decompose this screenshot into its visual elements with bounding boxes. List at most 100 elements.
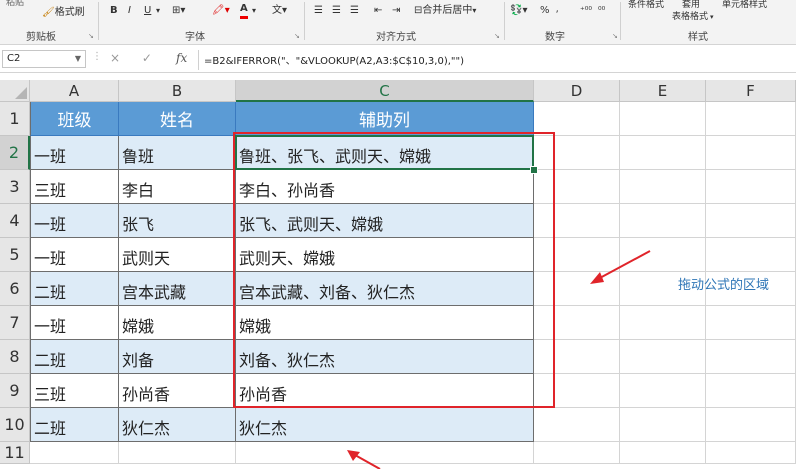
fill-color-icon[interactable]: 🖍▾	[212, 2, 230, 20]
alignment-launcher-icon[interactable]: ↘	[494, 32, 500, 40]
data-cell-b[interactable]: 李白	[119, 170, 236, 204]
data-cell-a[interactable]: 一班	[30, 136, 119, 170]
empty-cell[interactable]	[620, 204, 706, 238]
column-header-e[interactable]: E	[620, 80, 706, 102]
format-painter-button[interactable]: 🖌格式刷	[42, 4, 85, 22]
data-cell-c[interactable]: 武则天、嫦娥	[236, 238, 534, 272]
data-cell-b[interactable]: 张飞	[119, 204, 236, 238]
empty-cell[interactable]	[534, 204, 620, 238]
italic-button[interactable]: I	[128, 2, 131, 20]
align-left-icon[interactable]: ☰	[314, 2, 323, 20]
data-cell-a[interactable]: 三班	[30, 170, 119, 204]
clipboard-launcher-icon[interactable]: ↘	[88, 32, 94, 40]
empty-cell[interactable]	[706, 408, 796, 442]
name-box[interactable]: C2 ▼	[2, 50, 86, 68]
bold-button[interactable]: B	[110, 2, 118, 20]
data-cell-c[interactable]: 宫本武藏、刘备、狄仁杰	[236, 272, 534, 306]
increase-indent-icon[interactable]: ⇥	[392, 2, 400, 20]
empty-cell[interactable]	[620, 442, 706, 464]
row-header-5[interactable]: 5	[0, 238, 30, 272]
row-header-8[interactable]: 8	[0, 340, 30, 374]
insert-function-icon[interactable]: fx	[176, 51, 187, 65]
row-header-7[interactable]: 7	[0, 306, 30, 340]
row-header-6[interactable]: 6	[0, 272, 30, 306]
column-header-a[interactable]: A	[30, 80, 119, 102]
data-cell-c[interactable]: 刘备、狄仁杰	[236, 340, 534, 374]
data-cell-a[interactable]: 二班	[30, 272, 119, 306]
data-cell-a[interactable]: 二班	[30, 340, 119, 374]
align-right-icon[interactable]: ☰	[350, 2, 359, 20]
fill-handle[interactable]	[530, 166, 538, 174]
cancel-icon[interactable]: ×	[110, 51, 120, 65]
conditional-format-button[interactable]: 条件格式	[628, 0, 664, 14]
data-cell-c[interactable]: 孙尚香	[236, 374, 534, 408]
data-cell-a[interactable]: 二班	[30, 408, 119, 442]
select-all-corner[interactable]	[0, 80, 30, 102]
data-cell-c[interactable]: 李白、孙尚香	[236, 170, 534, 204]
data-cell-a[interactable]: 三班	[30, 374, 119, 408]
table-format-button[interactable]: 表格格式	[672, 8, 708, 26]
empty-cell[interactable]	[620, 238, 706, 272]
data-cell-b[interactable]: 狄仁杰	[119, 408, 236, 442]
font-launcher-icon[interactable]: ↘	[294, 32, 300, 40]
empty-cell[interactable]	[706, 374, 796, 408]
paste-button[interactable]: 粘贴	[6, 0, 24, 12]
data-cell-a[interactable]: 一班	[30, 204, 119, 238]
empty-cell[interactable]	[706, 170, 796, 204]
empty-cell[interactable]	[534, 170, 620, 204]
empty-cell[interactable]	[534, 272, 620, 306]
data-cell-c[interactable]: 狄仁杰	[236, 408, 534, 442]
data-cell-a[interactable]: 一班	[30, 238, 119, 272]
enter-icon[interactable]: ✓	[142, 51, 152, 65]
header-cell-a[interactable]: 班级	[30, 102, 119, 136]
chevron-down-icon[interactable]: ▼	[75, 51, 81, 67]
empty-cell[interactable]	[30, 442, 119, 464]
decrease-indent-icon[interactable]: ⇤	[374, 2, 382, 20]
row-header-2[interactable]: 2	[0, 136, 30, 170]
empty-cell[interactable]	[706, 238, 796, 272]
column-header-f[interactable]: F	[706, 80, 796, 102]
data-cell-b[interactable]: 刘备	[119, 340, 236, 374]
row-header-1[interactable]: 1	[0, 102, 30, 136]
empty-cell[interactable]	[706, 340, 796, 374]
column-header-d[interactable]: D	[534, 80, 620, 102]
increase-decimal-icon[interactable]: ⁺⁰⁰	[580, 2, 592, 20]
number-launcher-icon[interactable]: ↘	[612, 32, 618, 40]
data-cell-a[interactable]: 一班	[30, 306, 119, 340]
empty-cell[interactable]	[534, 238, 620, 272]
empty-cell[interactable]	[706, 306, 796, 340]
data-cell-b[interactable]: 嫦娥	[119, 306, 236, 340]
row-header-9[interactable]: 9	[0, 374, 30, 408]
empty-cell[interactable]	[534, 340, 620, 374]
row-header-3[interactable]: 3	[0, 170, 30, 204]
empty-cell[interactable]	[706, 102, 796, 136]
decrease-decimal-icon[interactable]: ⁰⁰	[598, 2, 605, 20]
data-cell-b[interactable]: 武则天	[119, 238, 236, 272]
underline-button[interactable]: U	[144, 2, 151, 20]
column-header-b[interactable]: B	[119, 80, 236, 102]
cell-styles-button[interactable]: 单元格样式	[722, 0, 767, 14]
data-cell-c[interactable]: 张飞、武则天、嫦娥	[236, 204, 534, 238]
empty-cell[interactable]	[620, 374, 706, 408]
data-cell-b[interactable]: 宫本武藏	[119, 272, 236, 306]
empty-cell[interactable]	[620, 102, 706, 136]
empty-cell[interactable]	[706, 204, 796, 238]
phonetic-icon[interactable]: 文▾	[272, 2, 287, 20]
empty-cell[interactable]	[620, 136, 706, 170]
empty-cell[interactable]	[534, 306, 620, 340]
row-header-11[interactable]: 11	[0, 442, 30, 464]
empty-cell[interactable]	[706, 442, 796, 464]
align-center-icon[interactable]: ☰	[332, 2, 341, 20]
header-cell-c[interactable]: 辅助列	[236, 102, 534, 136]
row-header-10[interactable]: 10	[0, 408, 30, 442]
accounting-format-icon[interactable]: 💱▾	[510, 2, 527, 20]
underline-dropdown-icon[interactable]: ▾	[156, 2, 160, 20]
data-cell-b[interactable]: 鲁班	[119, 136, 236, 170]
data-cell-b[interactable]: 孙尚香	[119, 374, 236, 408]
empty-cell[interactable]	[620, 340, 706, 374]
empty-cell[interactable]	[534, 136, 620, 170]
border-icon[interactable]: ⊞▾	[172, 2, 185, 20]
data-cell-c[interactable]: 嫦娥	[236, 306, 534, 340]
empty-cell[interactable]	[620, 408, 706, 442]
empty-cell[interactable]	[706, 136, 796, 170]
